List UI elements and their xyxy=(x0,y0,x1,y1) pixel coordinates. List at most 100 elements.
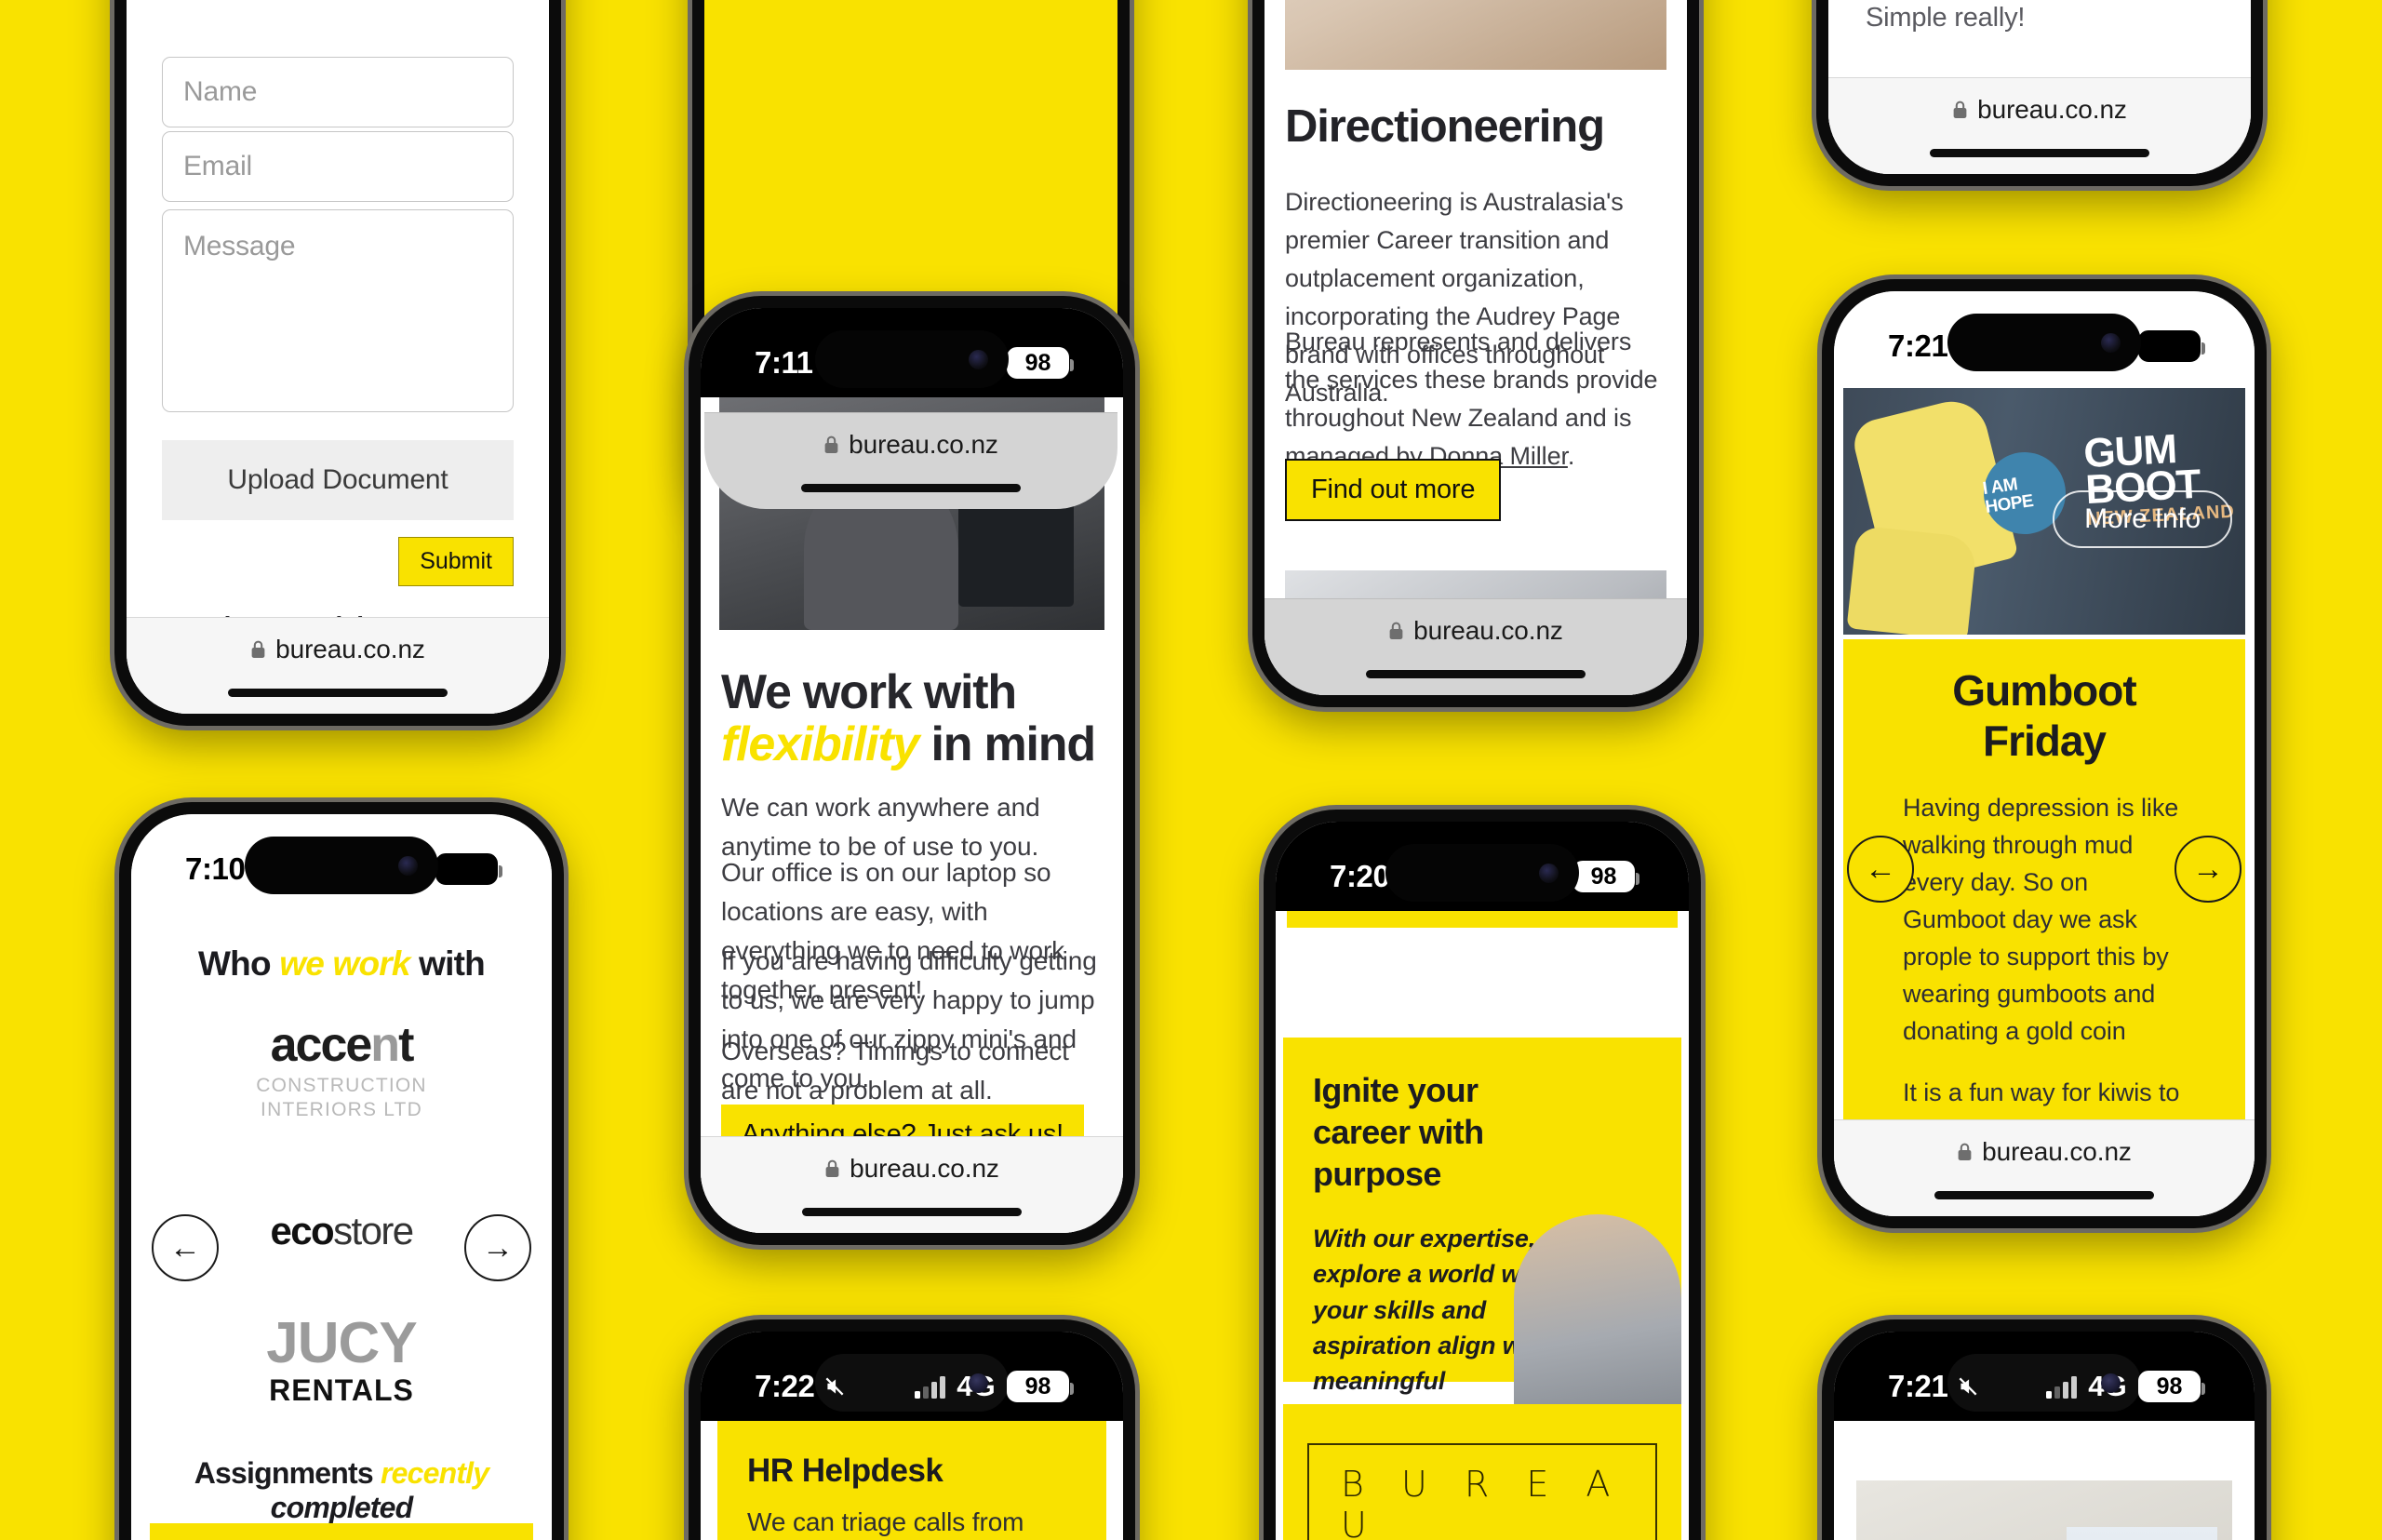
ecostore-store: store xyxy=(333,1209,414,1252)
find-out-more-button[interactable]: Find out more xyxy=(1285,459,1502,521)
lock-icon xyxy=(1389,622,1403,639)
sub-emphasis: recently xyxy=(380,1456,489,1490)
gumboot-page: I AM HOPE GUM BOOT NEW ZEALAND More Info… xyxy=(1834,291,2255,1216)
bureau-logo-wrap: B U R E A U xyxy=(1283,1404,1681,1540)
window-prop xyxy=(2067,1527,2217,1540)
safari-bottom-bar[interactable]: bureau.co.nz xyxy=(1265,598,1687,695)
home-indicator[interactable] xyxy=(1930,149,2149,157)
gumboot-friday-phone: 7:21 4G 98 xyxy=(1822,279,2267,1228)
who-we-work-with-phone: 7:10 4G 98 Who we work with xyxy=(119,802,564,1540)
assignment-card xyxy=(150,1523,533,1540)
home-indicator[interactable] xyxy=(228,689,448,697)
url-text: bureau.co.nz xyxy=(849,430,998,459)
flexibility-heading: We work with flexibility in mind xyxy=(721,666,1103,770)
carousel-prev-button[interactable]: ← xyxy=(1847,836,1914,903)
sub-pre: Assignments xyxy=(194,1456,381,1490)
simple-really-text: Simple really! xyxy=(1866,3,2026,33)
safari-bottom-bar[interactable]: bureau.co.nz xyxy=(1828,77,2251,174)
front-camera xyxy=(969,349,988,369)
assignments-heading: Assignments recently completed xyxy=(131,1456,552,1525)
home-indicator[interactable] xyxy=(1934,1191,2154,1199)
email-field[interactable]: Email xyxy=(162,131,514,202)
home-indicator[interactable] xyxy=(1366,670,1586,678)
jucy-wordmark: JUCY xyxy=(266,1311,417,1375)
heading-emphasis: we work xyxy=(279,944,410,983)
phone-screen: 7:20 4G 98 Ignite y xyxy=(1276,822,1689,1540)
safari-bottom-bar[interactable]: bureau.co.nz xyxy=(127,617,549,714)
dynamic-island xyxy=(815,1354,1009,1412)
lock-icon xyxy=(1958,1143,1972,1160)
carousel-prev-button[interactable]: ← xyxy=(152,1214,219,1281)
url-display[interactable]: bureau.co.nz xyxy=(823,430,998,460)
logo-accent: accent CONSTRUCTION INTERIORS LTD xyxy=(131,1021,552,1121)
dynamic-island xyxy=(1385,844,1579,902)
home-indicator[interactable] xyxy=(802,1208,1022,1216)
who-we-work-with-page: Who we work with accent CONSTRUCTION INTE… xyxy=(131,814,552,1540)
dynamic-island xyxy=(245,837,438,894)
battery-indicator: 98 xyxy=(2138,1371,2205,1402)
dynamic-island xyxy=(1947,314,2141,371)
accent-wordmark: accent xyxy=(270,1018,415,1072)
paragraph-text-after: . xyxy=(1567,442,1575,471)
phone-screen: Name Email Message Upload Document Submi… xyxy=(127,0,549,714)
meeting-page xyxy=(1834,1421,2255,1540)
flexibility-paragraph: Overseas? Timings to connect are not a p… xyxy=(721,1037,1069,1105)
battery-level: 98 xyxy=(1024,1373,1051,1399)
dynamic-island xyxy=(815,330,1009,388)
carousel-next-button[interactable]: → xyxy=(2175,836,2241,903)
more-info-button[interactable]: More Info xyxy=(2053,490,2232,548)
ignite-page: Ignite your career with purpose With our… xyxy=(1276,911,1689,1540)
phone-screen: Simple really! bureau.co.nz xyxy=(1828,0,2251,174)
lock-icon xyxy=(824,435,838,453)
url-display[interactable]: bureau.co.nz xyxy=(1957,1137,2132,1167)
gumboot-heading: Gumboot Friday xyxy=(1952,666,2136,765)
url-display[interactable]: bureau.co.nz xyxy=(824,1154,999,1184)
logo-jucy: JUCY RENTALS xyxy=(131,1311,552,1408)
battery-level: 98 xyxy=(1590,863,1617,890)
hero-image-hand xyxy=(1285,0,1666,70)
phone-screen: 7:22 4G 98 HR Helpdesk xyxy=(701,1332,1123,1540)
lock-icon xyxy=(251,640,265,658)
gumboot-hero-image: I AM HOPE GUM BOOT NEW ZEALAND More Info xyxy=(1843,388,2245,635)
front-camera xyxy=(2101,1373,2121,1393)
message-field[interactable]: Message xyxy=(162,209,514,412)
safari-bottom-bar[interactable]: bureau.co.nz xyxy=(704,412,1117,509)
phone-screen: Positive Business Copyright © 2024 Burea… xyxy=(704,0,1117,509)
submit-button[interactable]: Submit xyxy=(398,537,514,586)
home-indicator[interactable] xyxy=(801,484,1021,492)
phone-screen: 7:21 4G 98 xyxy=(1834,291,2255,1216)
url-text: bureau.co.nz xyxy=(275,635,425,663)
heading-pre: Who xyxy=(198,944,280,983)
ignite-career-phone: 7:20 4G 98 Ignite y xyxy=(1264,810,1701,1540)
jucy-rentals: RENTALS xyxy=(269,1373,414,1407)
hr-helpdesk-phone: 7:22 4G 98 HR Helpdesk xyxy=(689,1319,1135,1540)
contact-page: Name Email Message Upload Document Submi… xyxy=(127,0,549,714)
carousel-next-button[interactable]: → xyxy=(464,1214,531,1281)
gumboot-prop-2 xyxy=(1846,525,1977,635)
phone-screen: Directioneering Directioneering is Austr… xyxy=(1265,0,1687,695)
dynamic-island xyxy=(1947,1354,2141,1412)
battery-indicator: 98 xyxy=(1007,1371,1074,1402)
phone-screen: 7:10 4G 98 Who we work with xyxy=(131,814,552,1540)
upload-document-button[interactable]: Upload Document xyxy=(162,440,514,520)
meeting-photo-phone: 7:21 4G 98 xyxy=(1822,1319,2267,1540)
directioneering-heading: Directioneering xyxy=(1285,101,1605,152)
name-field[interactable]: Name xyxy=(162,57,514,127)
url-display[interactable]: bureau.co.nz xyxy=(250,635,425,664)
url-display[interactable]: bureau.co.nz xyxy=(1388,616,1563,646)
bureau-logo: B U R E A U xyxy=(1307,1443,1657,1540)
url-text: bureau.co.nz xyxy=(850,1154,999,1183)
front-camera xyxy=(1539,863,1559,883)
front-camera xyxy=(398,855,418,876)
screenshot-canvas: Name Email Message Upload Document Submi… xyxy=(0,0,2382,1540)
safari-bottom-bar[interactable]: bureau.co.nz xyxy=(1834,1119,2255,1216)
sub-post: completed xyxy=(270,1491,414,1524)
accent-subtext: CONSTRUCTION INTERIORS LTD xyxy=(256,1075,427,1120)
hr-helpdesk-card: HR Helpdesk We can triage calls from you… xyxy=(717,1421,1106,1540)
url-text: bureau.co.nz xyxy=(1413,616,1563,645)
directioneering-page: Directioneering Directioneering is Austr… xyxy=(1265,0,1687,695)
safari-bottom-bar[interactable]: bureau.co.nz xyxy=(701,1136,1123,1233)
url-display[interactable]: bureau.co.nz xyxy=(1952,95,2127,125)
ignite-card: Ignite your career with purpose With our… xyxy=(1283,1038,1681,1522)
lock-icon xyxy=(1953,100,1967,118)
